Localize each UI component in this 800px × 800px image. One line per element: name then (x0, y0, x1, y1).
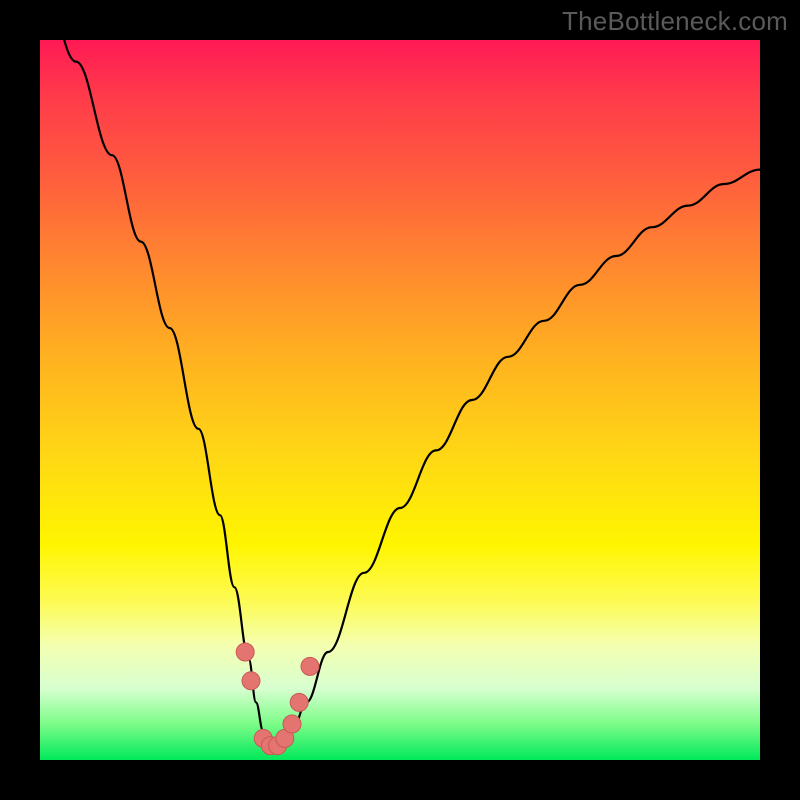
watermark-text: TheBottleneck.com (562, 6, 788, 37)
curve-markers (236, 643, 319, 755)
plot-area (40, 40, 760, 760)
curve-marker (301, 657, 319, 675)
bottleneck-curve (40, 0, 760, 753)
curve-marker (290, 693, 308, 711)
curve-marker (236, 643, 254, 661)
curve-marker (242, 672, 260, 690)
chart-frame: TheBottleneck.com (0, 0, 800, 800)
curve-layer (40, 40, 760, 760)
curve-marker (283, 715, 301, 733)
